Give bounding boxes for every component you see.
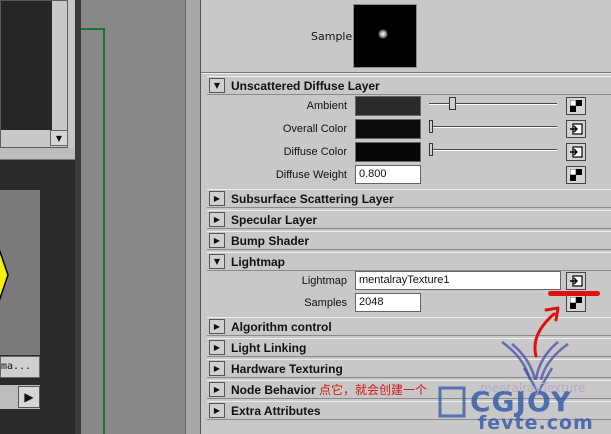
- connection-line-vertical: [103, 28, 105, 434]
- sample-row: Sample: [201, 0, 611, 72]
- overall-color-label: Overall Color: [282, 123, 347, 135]
- ambient-label: Ambient: [306, 100, 347, 112]
- frame-title: Node Behavior: [231, 382, 316, 397]
- diffuse-color-label: Diffuse Color: [283, 146, 347, 158]
- annotation-tail-text: mentalrayTexture: [480, 381, 586, 395]
- frame-title: Extra Attributes: [231, 403, 321, 418]
- frame-title: Specular Layer: [231, 212, 318, 227]
- expand-arrow-icon[interactable]: ▶: [209, 340, 225, 355]
- expand-arrow-icon[interactable]: ▶: [209, 403, 225, 418]
- viewport-panel: ma... ▶: [0, 160, 75, 434]
- expand-arrow-icon[interactable]: ▶: [209, 382, 225, 397]
- input-connection-icon: [569, 146, 583, 158]
- sample-swatch[interactable]: [353, 4, 417, 68]
- diffuse-color-slider-thumb[interactable]: [429, 143, 433, 156]
- frame-title: Hardware Texturing: [231, 361, 343, 376]
- collapse-arrow-icon[interactable]: ▼: [209, 254, 225, 269]
- diffuse-weight-map-button[interactable]: [566, 166, 586, 184]
- input-connection-icon: [569, 123, 583, 135]
- diffuse-color-map-button[interactable]: [566, 143, 586, 161]
- scroll-down-button[interactable]: ▼: [50, 130, 68, 146]
- sample-glow: [378, 29, 388, 39]
- frame-title: Algorithm control: [231, 319, 332, 334]
- overall-color-swatch[interactable]: [355, 119, 421, 139]
- diffuse-color-swatch[interactable]: [355, 142, 421, 162]
- ambient-map-button[interactable]: [566, 97, 586, 115]
- checker-icon: [570, 297, 582, 309]
- connection-line: [81, 28, 105, 30]
- frame-title: Bump Shader: [231, 233, 310, 248]
- input-connection-icon: [569, 275, 583, 287]
- scroll-down-icon: ▼: [55, 133, 63, 143]
- expand-arrow-icon[interactable]: ▶: [209, 212, 225, 227]
- frame-subsurface-scattering-layer[interactable]: ▶ Subsurface Scattering Layer: [207, 189, 611, 208]
- frame-lightmap[interactable]: ▼ Lightmap: [207, 252, 611, 271]
- lightmap-field[interactable]: mentalrayTexture1: [355, 271, 561, 290]
- diffuse-weight-field[interactable]: 0.800: [355, 165, 421, 184]
- checker-icon: [570, 169, 582, 181]
- expand-arrow-icon[interactable]: ▶: [209, 233, 225, 248]
- red-highlight-mark: [548, 291, 600, 296]
- ambient-slider-thumb[interactable]: [449, 97, 456, 110]
- expand-arrow-icon[interactable]: ▶: [209, 191, 225, 206]
- overall-color-map-button[interactable]: [566, 120, 586, 138]
- watermark-url: fevte.com: [478, 412, 594, 434]
- overall-color-slider-thumb[interactable]: [429, 120, 433, 133]
- annotation-text: 点它，就会创建一个: [319, 383, 428, 397]
- expand-arrow-icon[interactable]: ▶: [209, 319, 225, 334]
- frame-title: Light Linking: [231, 340, 307, 355]
- node-name-label[interactable]: ma...: [0, 356, 40, 378]
- frame-bump-shader[interactable]: ▶ Bump Shader: [207, 231, 611, 250]
- sample-label: Sample: [311, 30, 353, 43]
- lightmap-map-button[interactable]: [566, 272, 586, 290]
- panel-divider[interactable]: [185, 0, 200, 434]
- overall-color-slider[interactable]: [429, 126, 557, 128]
- play-button[interactable]: ▶: [18, 386, 40, 408]
- frame-unscattered-diffuse-layer[interactable]: ▼ Unscattered Diffuse Layer: [207, 76, 611, 95]
- yellow-shape: [0, 249, 9, 301]
- ambient-color-swatch[interactable]: [355, 96, 421, 116]
- collapse-arrow-icon[interactable]: ▼: [209, 78, 225, 93]
- expand-arrow-icon[interactable]: ▶: [209, 361, 225, 376]
- frame-title: Unscattered Diffuse Layer: [231, 78, 380, 93]
- outliner-panel: ▼: [0, 0, 70, 148]
- diffuse-color-slider[interactable]: [429, 149, 557, 151]
- hypershade-work-area[interactable]: [81, 0, 200, 434]
- section-separator: [201, 72, 611, 74]
- play-icon: ▶: [24, 390, 34, 404]
- samples-field[interactable]: 2048: [355, 293, 421, 312]
- samples-label: Samples: [304, 297, 347, 309]
- panel-splitter[interactable]: [0, 148, 75, 160]
- diffuse-weight-label: Diffuse Weight: [275, 169, 347, 181]
- lightmap-label: Lightmap: [301, 275, 347, 287]
- checker-icon: [570, 100, 582, 112]
- frame-title: Subsurface Scattering Layer: [231, 191, 394, 206]
- outliner-frame: [0, 0, 68, 148]
- frame-title: Lightmap: [231, 254, 285, 269]
- frame-specular-layer[interactable]: ▶ Specular Layer: [207, 210, 611, 229]
